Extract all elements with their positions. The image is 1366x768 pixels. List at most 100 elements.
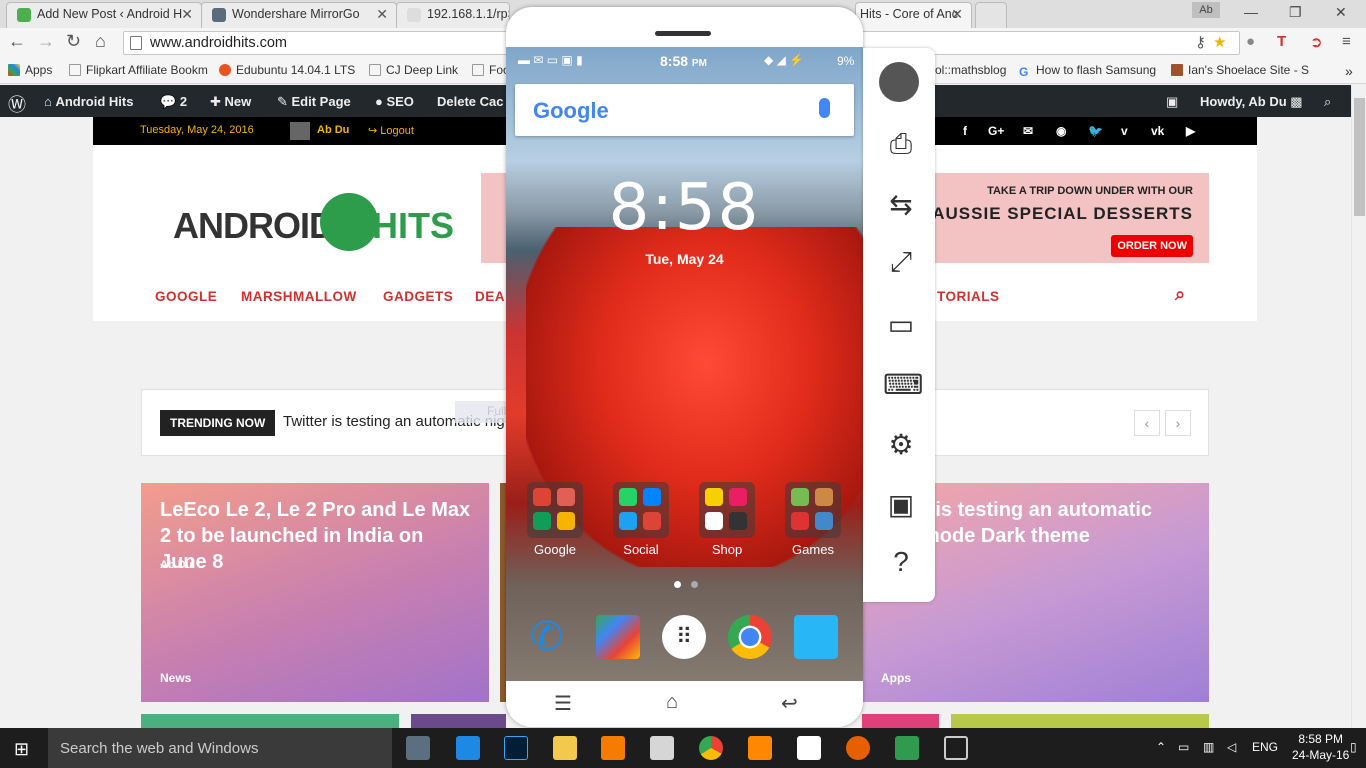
bookmark-item[interactable]: CJ Deep Link bbox=[369, 63, 458, 77]
youtube-icon[interactable]: ▶ bbox=[1186, 124, 1195, 138]
close-icon[interactable]: ✕ bbox=[951, 6, 963, 23]
bookmark-item[interactable]: ol::mathsblog bbox=[935, 63, 1006, 77]
home-icon[interactable]: ⌂ bbox=[95, 31, 106, 52]
fullscreen-icon[interactable]: ⤢ bbox=[883, 246, 919, 279]
chrome-taskbar-icon[interactable] bbox=[699, 736, 723, 760]
minimize-icon[interactable]: — bbox=[1244, 4, 1258, 20]
video-icon[interactable]: ▭ bbox=[883, 308, 919, 341]
google-search-widget[interactable]: Google bbox=[515, 84, 854, 136]
menu-icon[interactable]: ≡ bbox=[1342, 33, 1351, 50]
taskbar-search[interactable]: Search the web and Windows bbox=[48, 728, 392, 768]
volume-icon[interactable]: ◁ bbox=[1227, 740, 1236, 754]
close-window-icon[interactable]: ✕ bbox=[1335, 4, 1347, 21]
edit-page-link[interactable]: ✎ Edit Page bbox=[277, 94, 351, 110]
rss-icon[interactable]: ◉ bbox=[1056, 124, 1066, 138]
site-name-link[interactable]: ⌂ Android Hits bbox=[44, 94, 133, 109]
swap-icon[interactable]: ⇆ bbox=[883, 188, 919, 221]
search-icon[interactable]: ⌕ bbox=[1324, 94, 1331, 110]
order-now-button[interactable]: ORDER NOW bbox=[1111, 235, 1193, 257]
profile-button[interactable]: Ab bbox=[1192, 2, 1220, 18]
browser-tab[interactable]: Wondershare MirrorGo ✕ bbox=[201, 2, 397, 28]
media-player-icon[interactable] bbox=[601, 736, 625, 760]
camera-icon[interactable]: ⎙ bbox=[883, 128, 919, 161]
new-tab-button[interactable] bbox=[975, 2, 1007, 28]
chrome-icon[interactable] bbox=[728, 615, 772, 659]
scrollbar-thumb[interactable] bbox=[1354, 98, 1365, 216]
logout-link[interactable]: ↪ Logout bbox=[368, 124, 414, 137]
edge-icon[interactable] bbox=[456, 736, 480, 760]
vimeo-icon[interactable]: v bbox=[1121, 124, 1128, 138]
browser-tab[interactable]: Add New Post ‹ Android H ✕ bbox=[6, 2, 202, 28]
reload-icon[interactable]: ↻ bbox=[66, 31, 81, 52]
menu-item-tutorials[interactable]: TORIALS bbox=[937, 289, 1000, 304]
extension-t-icon[interactable]: T bbox=[1277, 33, 1286, 50]
avatar[interactable] bbox=[879, 62, 919, 102]
search-icon[interactable]: ⌕ bbox=[1175, 284, 1186, 305]
howdy-link[interactable]: Howdy, Ab Du ▩ bbox=[1200, 94, 1303, 110]
notification-icon[interactable]: ▣ bbox=[1166, 94, 1178, 110]
bookmark-item[interactable]: G How to flash Samsung bbox=[1019, 63, 1156, 78]
back-nav-icon[interactable]: ↩ bbox=[781, 691, 798, 716]
extension-icon[interactable]: ● bbox=[1246, 33, 1255, 50]
prev-arrow-icon[interactable]: ‹ bbox=[1134, 410, 1160, 436]
settings-icon[interactable]: ⚙ bbox=[883, 428, 919, 461]
bookmark-item[interactable]: Edubuntu 14.04.1 LTS bbox=[219, 63, 355, 77]
folder-shop[interactable] bbox=[699, 482, 755, 538]
browser-tab-active[interactable]: Hits - Core of Anc ✕ bbox=[855, 2, 972, 28]
camera-app-icon[interactable] bbox=[794, 615, 838, 659]
new-link[interactable]: ✚ New bbox=[210, 94, 251, 110]
delete-cache-link[interactable]: Delete Cac bbox=[437, 94, 503, 109]
microphone-icon[interactable] bbox=[819, 98, 830, 118]
close-icon[interactable]: ✕ bbox=[181, 6, 193, 23]
article-thumb[interactable] bbox=[411, 714, 506, 728]
close-icon[interactable]: ✕ bbox=[376, 6, 388, 23]
star-icon[interactable]: ★ bbox=[1213, 33, 1226, 51]
user-name[interactable]: Ab Du bbox=[317, 124, 349, 136]
site-logo-text-hits[interactable]: HITS bbox=[372, 205, 454, 247]
notifications-icon[interactable]: ▯ bbox=[1350, 740, 1357, 754]
tray-chevron-icon[interactable]: ⌃ bbox=[1156, 740, 1166, 754]
firefox-icon[interactable] bbox=[846, 736, 870, 760]
phone-screen[interactable]: ▬ ✉ ▭ ▣ ▮ 8:58 PM ◆ ◢ ⚡ 9% Google 8:58 T… bbox=[506, 47, 863, 681]
menu-item-gadgets[interactable]: GADGETS bbox=[383, 289, 453, 304]
recents-icon[interactable]: ☰ bbox=[554, 691, 572, 716]
extension-icon[interactable]: ➲ bbox=[1310, 33, 1323, 51]
app-drawer-icon[interactable]: ⠿ bbox=[662, 615, 706, 659]
email-icon[interactable]: ✉ bbox=[1023, 124, 1033, 138]
seo-link[interactable]: ● SEO bbox=[375, 94, 414, 109]
taskview-icon[interactable] bbox=[406, 736, 430, 760]
phone-app-icon[interactable]: ✆ bbox=[530, 615, 574, 659]
forward-icon[interactable]: → bbox=[37, 31, 55, 52]
vlc-icon[interactable] bbox=[748, 736, 772, 760]
key-icon[interactable]: ⚷ bbox=[1195, 33, 1206, 51]
facebook-icon[interactable]: f bbox=[963, 124, 967, 138]
article-card[interactable]: LeEco Le 2, Le 2 Pro and Le Max 2 to be … bbox=[141, 483, 489, 702]
googleplus-icon[interactable]: G+ bbox=[988, 124, 1004, 138]
file-explorer-icon[interactable] bbox=[553, 736, 577, 760]
more-bookmarks-icon[interactable]: » bbox=[1345, 63, 1353, 79]
vk-icon[interactable]: vk bbox=[1151, 124, 1164, 138]
network-icon[interactable]: ▥ bbox=[1203, 740, 1214, 754]
active-window-icon[interactable] bbox=[944, 736, 968, 760]
mirrorgo-taskbar-icon[interactable] bbox=[895, 736, 919, 760]
taskbar-clock[interactable]: 8:58 PM 24-May-16 bbox=[1292, 731, 1349, 763]
back-icon[interactable]: ← bbox=[8, 31, 26, 52]
article-thumb[interactable] bbox=[141, 714, 399, 728]
twitter-icon[interactable]: 🐦 bbox=[1088, 124, 1103, 138]
tray-icon[interactable]: ▭ bbox=[1178, 740, 1189, 754]
article-thumb[interactable] bbox=[862, 714, 939, 728]
article-category[interactable]: News bbox=[160, 671, 191, 685]
windows-start-icon[interactable]: ⊞ bbox=[14, 739, 29, 760]
bookmark-item[interactable]: Ian's Shoelace Site - S bbox=[1171, 63, 1309, 77]
menu-item-deals[interactable]: DEA bbox=[475, 289, 505, 304]
app-icon[interactable] bbox=[650, 736, 674, 760]
article-category[interactable]: Apps bbox=[881, 671, 911, 685]
maximize-icon[interactable]: ❐ bbox=[1289, 4, 1302, 21]
keyboard-icon[interactable]: ⌨ bbox=[883, 368, 923, 401]
home-nav-icon[interactable]: ⌂ bbox=[666, 691, 678, 714]
page-scrollbar[interactable] bbox=[1351, 85, 1366, 728]
bookmark-item[interactable]: Foo bbox=[472, 63, 510, 77]
language-indicator[interactable]: ENG bbox=[1252, 740, 1278, 754]
photoshop-icon[interactable] bbox=[504, 736, 528, 760]
folder-google[interactable] bbox=[527, 482, 583, 538]
